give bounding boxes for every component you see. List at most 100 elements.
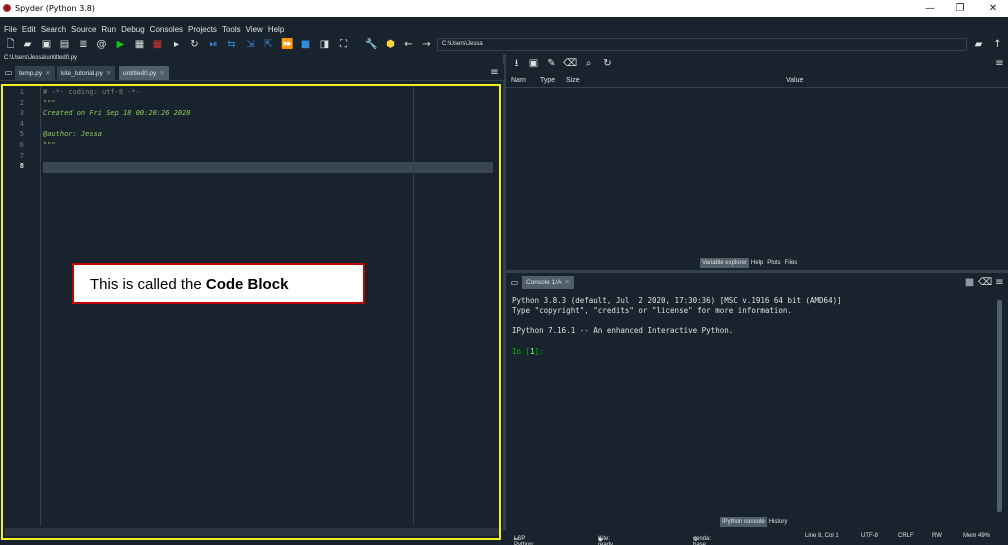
menu-tools[interactable]: Tools — [218, 21, 242, 34]
ipython-console[interactable]: Python 3.8.3 (default, Jul 2 2020, 17:30… — [506, 291, 996, 513]
open-file-icon[interactable]: ▰ — [21, 38, 34, 51]
run-cell-advance-icon[interactable]: ▦ — [151, 38, 164, 51]
console-line: IPython 7.16.1 -- An enhanced Interactiv… — [512, 326, 734, 335]
menu-file[interactable]: File — [0, 21, 18, 34]
pane-tab-bar: Variable explorer Help Plots Files — [700, 258, 800, 269]
maximize-button[interactable]: ❐ — [945, 1, 975, 16]
code-line: """ — [43, 98, 56, 107]
menu-help[interactable]: Help — [264, 21, 285, 34]
clear-console-icon[interactable]: ⌫ — [978, 276, 992, 289]
save-all-icon[interactable]: ▤ — [58, 38, 71, 51]
run-cell-icon[interactable]: ▦ — [133, 38, 146, 51]
console-tab-bar: ▭ Console 1/A ✕ ■ ⌫ ≡ — [506, 274, 1008, 290]
back-arrow-icon[interactable]: ← — [402, 38, 415, 51]
tab-plots[interactable]: Plots — [765, 258, 783, 268]
run-selection-icon[interactable]: ▸ — [170, 38, 183, 51]
python-path-icon[interactable]: ⬢ — [384, 38, 397, 51]
close-tab-icon[interactable]: ✕ — [45, 70, 50, 77]
menu-bar: File Edit Search Source Run Debug Consoles Proj… — [0, 17, 1008, 35]
file-encoding: UTF-8 — [861, 533, 878, 539]
fullscreen-icon[interactable]: ⛶ — [337, 38, 350, 51]
horizontal-scrollbar[interactable] — [5, 528, 499, 536]
step-into-icon[interactable]: ⇲ — [244, 38, 257, 51]
spyder-window: Spyder (Python 3.8) — ❐ ✕ File Edit Search… — [0, 0, 1008, 545]
new-file-icon[interactable]: 🗋 — [4, 38, 17, 51]
tab-label: kite_tutorial.py — [61, 70, 103, 77]
tab-console-1a[interactable]: Console 1/A ✕ — [522, 276, 574, 289]
callout-bold-text: Code Block — [205, 276, 289, 293]
code-line: @author: Jessa — [43, 130, 103, 139]
forward-arrow-icon[interactable]: → — [420, 38, 433, 51]
console-vertical-scrollbar[interactable] — [997, 300, 1002, 512]
close-tab-icon[interactable]: ✕ — [106, 70, 111, 77]
column-value[interactable]: Value — [786, 77, 803, 84]
menu-consoles[interactable]: Consoles — [146, 21, 184, 34]
close-window-button[interactable]: ✕ — [978, 1, 1008, 16]
step-return-icon[interactable]: ⇱ — [262, 38, 275, 51]
close-tab-icon[interactable]: ✕ — [159, 70, 164, 77]
console-options-icon[interactable]: ≡ — [993, 276, 1006, 289]
tab-variable-explorer[interactable]: Variable explorer — [700, 258, 749, 268]
clear-variables-icon[interactable]: ⌫ — [563, 57, 577, 70]
list-icon[interactable]: ≣ — [77, 38, 90, 51]
preferences-wrench-icon[interactable]: 🔧 — [365, 38, 378, 51]
stop-debug-icon[interactable]: ■ — [299, 38, 312, 51]
run-icon[interactable]: ▶ — [114, 38, 127, 51]
menu-edit[interactable]: Edit — [18, 21, 37, 34]
at-icon[interactable]: @ — [95, 38, 108, 51]
menu-source[interactable]: Source — [67, 21, 97, 34]
line-number: 3 — [19, 109, 24, 118]
maximize-pane-icon[interactable]: ◨ — [318, 38, 331, 51]
continue-icon[interactable]: ⏩ — [281, 38, 294, 51]
status-bar: ⚯ LSP Python: ready ◆ Kite: ready (no in… — [506, 530, 1008, 545]
rerun-icon[interactable]: ↻ — [188, 38, 201, 51]
save-icon[interactable]: ▣ — [40, 38, 53, 51]
end-of-line: CRLF — [898, 533, 914, 539]
menu-search[interactable]: Search — [37, 21, 67, 34]
menu-run[interactable]: Run — [97, 21, 117, 34]
save-data-icon[interactable]: ▣ — [527, 57, 540, 70]
browse-console-tabs-icon[interactable]: ▭ — [508, 276, 521, 289]
variable-table-body[interactable] — [506, 89, 1008, 257]
tab-history[interactable]: History — [766, 517, 790, 527]
code-area[interactable]: # -*- coding: utf-8 -*- """ Created on F… — [43, 86, 493, 173]
debug-icon[interactable]: ⏯ — [207, 38, 220, 51]
console-prompt[interactable]: In [1]: — [512, 347, 996, 357]
tab-files[interactable]: Files — [782, 258, 800, 268]
browse-folder-icon[interactable]: ▰ — [972, 38, 985, 51]
tab-ipython-console[interactable]: IPython console — [720, 517, 767, 527]
kite-status-text: Kite: ready (no index) — [598, 536, 614, 545]
menu-projects[interactable]: Projects — [184, 21, 218, 34]
console-tab-label: Console 1/A — [526, 279, 562, 286]
column-type[interactable]: Type — [540, 77, 555, 84]
variable-table-header: Nam Type Size Value — [506, 75, 1008, 88]
tab-temp-py[interactable]: temp.py ✕ — [15, 66, 55, 80]
browse-tabs-icon[interactable]: ▭ — [2, 66, 15, 79]
tab-help[interactable]: Help — [748, 258, 766, 268]
file-permissions: RW — [932, 533, 942, 539]
import-data-icon[interactable]: ⭳ — [510, 57, 523, 70]
tab-untitled0-py[interactable]: untitled0.py ✕ — [119, 66, 169, 80]
column-name[interactable]: Nam — [511, 77, 526, 84]
variable-explorer-options-icon[interactable]: ≡ — [993, 57, 1006, 70]
pane-splitter[interactable] — [506, 270, 1008, 273]
stop-kernel-icon[interactable]: ■ — [963, 276, 976, 289]
callout-text: This is called the — [90, 276, 206, 293]
tab-kite-tutorial-py[interactable]: kite_tutorial.py ✕ — [57, 66, 116, 80]
minimize-button[interactable]: — — [915, 1, 945, 16]
column-size[interactable]: Size — [566, 77, 580, 84]
refresh-icon[interactable]: ↻ — [601, 57, 614, 70]
code-editor[interactable]: 1 2 3 4 5 6 7 8 # -*- coding: utf-8 -*- … — [1, 84, 501, 540]
save-data-as-icon[interactable]: ✎ — [545, 57, 558, 70]
menu-view[interactable]: View — [242, 21, 264, 34]
line-length-edge — [413, 86, 414, 526]
menu-debug[interactable]: Debug — [117, 21, 146, 34]
working-directory-field[interactable]: C:\Users\Jessa — [437, 38, 967, 51]
editor-options-menu-icon[interactable]: ≡ — [488, 66, 501, 79]
close-console-tab-icon[interactable]: ✕ — [564, 279, 569, 286]
step-icon[interactable]: ⇆ — [225, 38, 238, 51]
search-icon[interactable]: ⌕ — [582, 57, 595, 70]
parent-dir-icon[interactable]: ↑ — [991, 38, 1004, 51]
